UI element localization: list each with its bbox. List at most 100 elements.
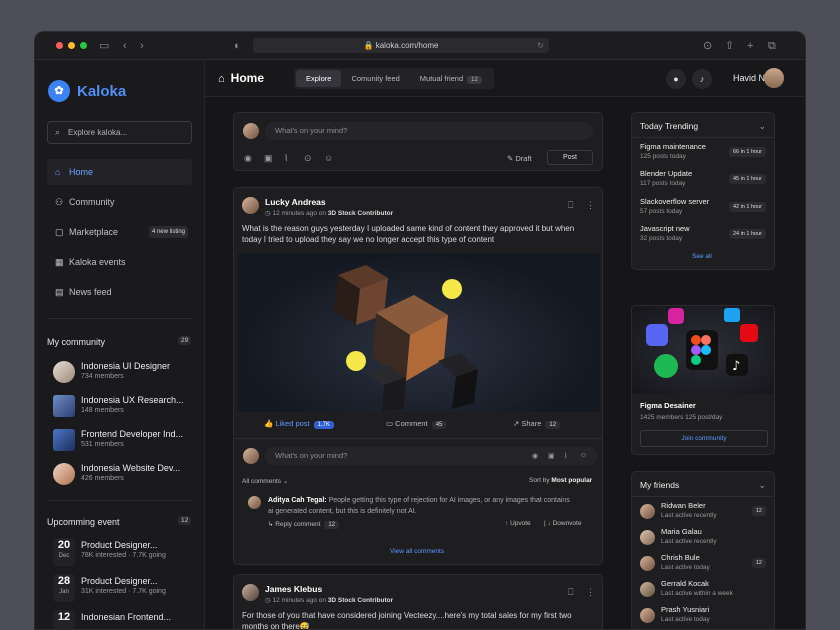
thumbs-up-icon: 👍 <box>264 419 276 428</box>
trend-name[interactable]: Figma maintenance <box>640 142 706 151</box>
friend-name[interactable]: Ridwan Beler <box>661 501 706 510</box>
reload-icon[interactable]: ↻ <box>537 38 544 53</box>
attachment-icon[interactable]: ⌇ <box>564 452 567 460</box>
friend-avatar <box>640 530 655 545</box>
new-tab-icon[interactable]: + <box>747 39 753 53</box>
downvote-button[interactable]: | ↓ Downvote <box>544 520 581 527</box>
address-bar[interactable]: 🔒 kaloka.com/home ↻ <box>253 38 549 53</box>
image-icon[interactable]: ▣ <box>264 153 273 164</box>
nav-item-home[interactable]: ⌂ Home <box>47 159 192 185</box>
comments-filter-dropdown[interactable]: All comments ⌄ <box>242 477 288 485</box>
promo-community-name[interactable]: Figma Desainer <box>640 401 696 410</box>
see-all-link[interactable]: See all <box>692 253 712 260</box>
community-members: 148 members <box>81 407 124 414</box>
friend-name[interactable]: Chrish Bule <box>661 553 700 562</box>
post-text-line: today I tried to upload they say we no l… <box>242 235 495 244</box>
shield-icon[interactable]: ◐ <box>234 39 241 53</box>
nav-item-marketplace[interactable]: ▢ Marketplace 4 new listing <box>47 219 192 245</box>
explore-search-input[interactable]: ⌕ Explore kaloka... <box>47 121 192 144</box>
forward-icon[interactable]: › <box>140 39 144 53</box>
trend-badge: 24 in 1 hour <box>728 229 766 239</box>
close-window-dot[interactable] <box>56 42 63 49</box>
tab-mutual-friend[interactable]: Mutual friend 12 <box>410 70 492 87</box>
user-name[interactable]: Havid N <box>733 60 765 97</box>
comment-button[interactable]: ▭ Comment 45 <box>386 419 447 429</box>
post-image[interactable] <box>238 253 600 412</box>
event-date: 20 Dec <box>53 538 75 566</box>
more-options-icon[interactable]: ⋮ <box>586 200 595 211</box>
post-group[interactable]: 3D Stock Contributor <box>328 210 393 217</box>
nav-label: News feed <box>69 287 112 297</box>
user-avatar[interactable] <box>764 68 784 88</box>
chevron-down-icon[interactable]: ⌄ <box>758 480 766 491</box>
trend-name[interactable]: Blender Update <box>640 169 692 178</box>
trend-name[interactable]: Javascript new <box>640 224 690 233</box>
comment-line: People getting this type of rejection fo… <box>328 497 570 504</box>
community-name: Indonesia UX Research... <box>81 395 184 405</box>
image-icon[interactable]: ▣ <box>548 452 555 460</box>
friend-name[interactable]: Gerrald Kocak <box>661 579 709 588</box>
community-avatar <box>53 463 75 485</box>
event-info: 31K interested · 7.7K going <box>81 588 166 595</box>
location-icon[interactable]: ⊙ <box>304 153 312 164</box>
post-text-line: For those of you that have considered jo… <box>242 611 572 620</box>
upcoming-event-heading: Upcomming event 12 <box>47 516 192 527</box>
post-author[interactable]: James Klebus <box>265 584 322 594</box>
emoji-icon[interactable]: ☺ <box>580 452 587 459</box>
view-all-comments-link[interactable]: View all comments <box>390 548 444 555</box>
minimize-window-dot[interactable] <box>68 42 75 49</box>
emoji-icon[interactable]: ☺ <box>324 153 333 163</box>
camera-icon[interactable]: ◉ <box>532 452 538 460</box>
friend-name[interactable]: Prash Yusniari <box>661 605 709 614</box>
event-title: Product Designer... <box>81 576 158 586</box>
brand-logo[interactable]: ✿ Kaloka <box>48 80 126 102</box>
post-text-line: months on there😅 <box>242 622 310 630</box>
friend-name[interactable]: Maria Galau <box>661 527 702 536</box>
download-icon[interactable]: ⊙ <box>703 39 712 53</box>
comment-text: Aditya Cah Tegal: People getting this ty… <box>268 495 598 517</box>
post-text: What is the reason guys yesterday I uplo… <box>242 223 598 245</box>
tab-community-feed[interactable]: Comunity feed <box>341 70 409 87</box>
marketplace-icon: ▢ <box>55 227 64 237</box>
join-community-button[interactable]: Join community <box>640 430 768 447</box>
chat-icon[interactable]: ● <box>666 69 686 89</box>
community-members: 734 members <box>81 373 124 380</box>
draft-label: Draft <box>515 154 532 163</box>
reply-comment-button[interactable]: ↳ Reply comment 12 <box>268 520 340 529</box>
post-group[interactable]: 3D Stock Contributor <box>328 597 393 604</box>
share-button[interactable]: ↗ Share 12 <box>513 419 561 429</box>
event-date: 12 <box>53 610 75 629</box>
trending-card: Today Trending ⌄ Figma maintenance 125 p… <box>631 112 775 270</box>
camera-icon[interactable]: ◉ <box>244 153 252 164</box>
draft-button[interactable]: ✎ Draft <box>507 154 532 163</box>
tab-explore[interactable]: Explore <box>296 70 342 87</box>
divider <box>632 496 774 497</box>
back-icon[interactable]: ‹ <box>123 39 127 53</box>
trend-name[interactable]: Slackoverflow server <box>640 197 709 206</box>
post-text-line: What is the reason guys yesterday I uplo… <box>242 224 575 233</box>
bell-icon[interactable]: ♪ <box>692 69 712 89</box>
maximize-window-dot[interactable] <box>80 42 87 49</box>
svg-text:♪: ♪ <box>732 359 740 374</box>
author-avatar <box>242 584 259 601</box>
bookmark-icon[interactable]: ⎕ <box>568 587 573 598</box>
tabs-overview-icon[interactable]: ⧉ <box>768 39 776 53</box>
share-icon[interactable]: ⇧ <box>725 39 734 53</box>
friend-status: Last active within a week <box>661 590 733 597</box>
attachment-icon[interactable]: ⌇ <box>284 153 288 164</box>
chevron-down-icon[interactable]: ⌄ <box>758 121 766 132</box>
nav-item-news-feed[interactable]: ▤ News feed <box>47 279 192 305</box>
bookmark-icon[interactable]: ⎕ <box>568 200 573 211</box>
friend-avatar <box>640 504 655 519</box>
more-options-icon[interactable]: ⋮ <box>586 587 595 598</box>
sort-dropdown[interactable]: Sort by Most popular <box>529 477 592 484</box>
nav-item-events[interactable]: ▦ Kaloka events <box>47 249 192 275</box>
like-button[interactable]: 👍 Liked post 1,7K <box>264 419 334 429</box>
post-button[interactable]: Post <box>547 150 593 165</box>
comment-author[interactable]: Aditya Cah Tegal: <box>268 497 327 504</box>
nav-item-community[interactable]: ⚇ Community <box>47 189 192 215</box>
composer-input[interactable]: What's on your mind? <box>265 122 593 140</box>
sidebar-toggle-icon[interactable]: ▭ <box>99 39 109 53</box>
post-author[interactable]: Lucky Andreas <box>265 197 326 207</box>
upvote-button[interactable]: ↑ Upvote <box>505 520 531 527</box>
